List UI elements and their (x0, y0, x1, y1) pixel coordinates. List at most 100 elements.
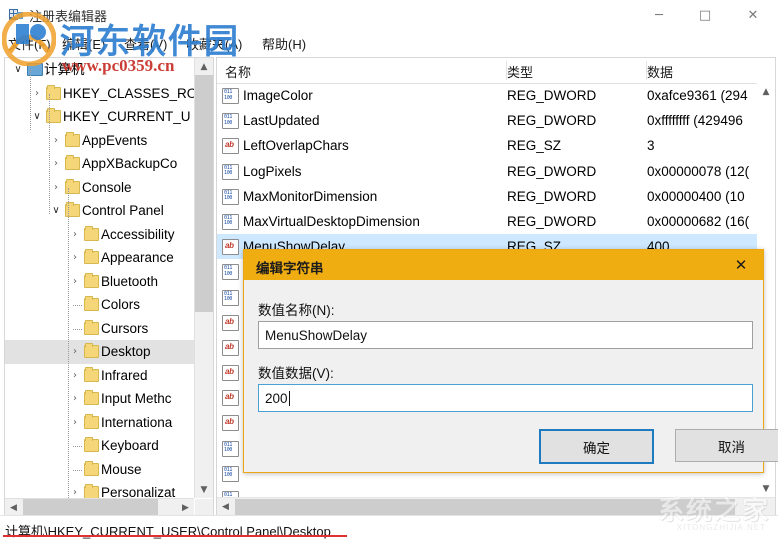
string-icon: ab (222, 315, 239, 331)
tree-item-label: Input Methc (101, 387, 172, 411)
menu-item-4[interactable]: 帮助(H) (262, 34, 306, 53)
tree-item-personalizat[interactable]: › Personalizat (5, 481, 194, 498)
scroll-left-icon[interactable]: ◀ (5, 499, 22, 516)
maximize-button[interactable]: □ (682, 0, 728, 30)
menu-item-1[interactable]: 编辑(E) (62, 34, 105, 53)
tree-item-appxbackupco[interactable]: ›AppXBackupCo (5, 152, 194, 176)
dialog-close-button[interactable]: ✕ (719, 250, 763, 280)
chevron-right-icon[interactable]: › (68, 411, 82, 435)
table-row[interactable]: 011100LogPixelsREG_DWORD0x00000078 (12( (217, 159, 757, 184)
tree-item-input-methc[interactable]: › Input Methc (5, 387, 194, 411)
list-scroll-up-icon[interactable]: ▲ (757, 83, 775, 100)
registry-tree[interactable]: ∨计算机›HKEY_CLASSES_RO∨HKEY_CURRENT_U›AppE… (5, 58, 194, 498)
list-hscroll-thumb[interactable] (235, 499, 735, 515)
tree-hscroll-thumb[interactable] (23, 499, 158, 516)
chevron-down-icon[interactable]: ∨ (49, 199, 63, 223)
minimize-button[interactable]: ─ (636, 0, 682, 30)
tree-vscroll-thumb[interactable] (195, 75, 213, 312)
value-name: LogPixels (243, 159, 302, 184)
tree-item-bluetooth[interactable]: ›Bluetooth (5, 270, 194, 294)
menu-item-3[interactable]: 收藏夹(A) (186, 34, 242, 53)
chevron-right-icon[interactable]: › (68, 481, 82, 498)
ok-button[interactable]: 确定 (539, 429, 654, 464)
value-data: 3 (647, 133, 655, 158)
chevron-right-icon[interactable]: › (68, 223, 82, 247)
tree-item--[interactable]: ∨计算机 (5, 58, 194, 82)
icon-glyph: ab (225, 391, 234, 402)
tree-item-appearance[interactable]: ›Appearance (5, 246, 194, 270)
column-header-2[interactable]: 数据 (647, 62, 673, 81)
value-data-text: 200 (265, 391, 288, 406)
scroll-right-icon[interactable]: ▶ (177, 499, 194, 516)
tree-item-cursors[interactable]: Cursors (5, 317, 194, 341)
column-header-0[interactable]: 名称 (225, 62, 251, 81)
menu-item-2[interactable]: 查看(V) (124, 34, 167, 53)
scroll-down-icon[interactable]: ▼ (195, 481, 213, 498)
edit-string-dialog: 编辑字符串 ✕ 数值名称(N): MenuShowDelay 数值数据(V): … (243, 249, 764, 473)
icon-glyph: 011100 (224, 191, 232, 202)
table-row[interactable]: 011100LastUpdatedREG_DWORD0xffffffff (42… (217, 108, 757, 133)
tree-item-label: Control Panel (82, 199, 164, 223)
list-horizontal-scrollbar[interactable]: ◀ (217, 497, 775, 516)
icon-glyph: ab (225, 316, 234, 327)
tree-item-label: Console (82, 176, 132, 200)
registry-tree-pane: ∨计算机›HKEY_CLASSES_RO∨HKEY_CURRENT_U›AppE… (4, 57, 214, 517)
value-data-label: 数值数据(V): (258, 362, 334, 382)
value-data-input[interactable]: 200 (258, 384, 753, 412)
close-button[interactable]: ✕ (728, 0, 778, 30)
chevron-right-icon[interactable]: › (68, 246, 82, 270)
title-bar: 注册表编辑器 ─ □ ✕ (0, 0, 778, 30)
list-scroll-down-icon[interactable]: ▼ (757, 480, 775, 497)
folder-icon (84, 322, 99, 335)
tree-item-control-panel[interactable]: ∨ Control Panel (5, 199, 194, 223)
tree-item-label: Cursors (101, 317, 148, 341)
icon-glyph: 011100 (224, 468, 232, 479)
table-row[interactable]: 011100MaxVirtualDesktopDimensionREG_DWOR… (217, 209, 757, 234)
tree-item-label: Personalizat (101, 481, 175, 498)
chevron-down-icon[interactable]: ∨ (30, 105, 44, 129)
tree-horizontal-scrollbar[interactable]: ◀ ▶ (5, 498, 194, 516)
scroll-up-icon[interactable]: ▲ (195, 58, 213, 75)
chevron-right-icon[interactable]: › (68, 387, 82, 411)
value-name-input[interactable]: MenuShowDelay (258, 321, 753, 349)
status-path: 计算机\HKEY_CURRENT_USER\Control Panel\Desk… (5, 521, 331, 540)
tree-item-appevents[interactable]: ›AppEvents (5, 129, 194, 153)
dword-icon: 011100 (222, 113, 239, 129)
table-row[interactable]: 011100ImageColorREG_DWORD0xafce9361 (294 (217, 83, 757, 108)
chevron-right-icon[interactable]: › (68, 340, 82, 364)
table-row[interactable]: abLeftOverlapCharsREG_SZ3 (217, 133, 757, 158)
table-row[interactable]: 011100 (217, 486, 757, 497)
tree-item-mouse[interactable]: Mouse (5, 458, 194, 482)
column-header-1[interactable]: 类型 (507, 62, 533, 81)
tree-item-console[interactable]: › Console (5, 176, 194, 200)
table-row[interactable]: 011100MaxMonitorDimensionREG_DWORD0x0000… (217, 184, 757, 209)
menu-item-0[interactable]: 文件(F) (8, 34, 51, 53)
chevron-right-icon[interactable]: › (30, 82, 44, 106)
tree-vertical-scrollbar[interactable]: ▲ ▼ (194, 58, 213, 498)
tree-item-desktop[interactable]: ›Desktop (5, 340, 194, 364)
tree-item-accessibility[interactable]: ›Accessibility (5, 223, 194, 247)
tree-item-label: Infrared (101, 364, 148, 388)
chevron-down-icon[interactable]: ∨ (11, 58, 25, 82)
tree-item-keyboard[interactable]: Keyboard (5, 434, 194, 458)
chevron-right-icon[interactable]: › (49, 176, 63, 200)
icon-glyph: 011100 (224, 266, 232, 277)
string-icon: ab (222, 415, 239, 431)
chevron-right-icon[interactable]: › (68, 270, 82, 294)
list-scroll-left-icon[interactable]: ◀ (217, 498, 234, 516)
tree-item-colors[interactable]: Colors (5, 293, 194, 317)
icon-glyph: 011100 (224, 443, 232, 454)
tree-item-infrared[interactable]: › Infrared (5, 364, 194, 388)
chevron-right-icon[interactable]: › (68, 364, 82, 388)
tree-item-label: Internationa (101, 411, 172, 435)
chevron-right-icon[interactable]: › (49, 129, 63, 153)
tree-item-hkey-classes-ro[interactable]: ›HKEY_CLASSES_RO (5, 82, 194, 106)
string-icon: ab (222, 340, 239, 356)
tree-item-internationa[interactable]: › Internationa (5, 411, 194, 435)
icon-glyph: 011100 (224, 115, 232, 126)
tree-item-hkey-current-u[interactable]: ∨HKEY_CURRENT_U (5, 105, 194, 129)
cancel-button[interactable]: 取消 (675, 429, 778, 462)
icon-glyph: 011100 (224, 90, 232, 101)
folder-icon (84, 251, 99, 264)
chevron-right-icon[interactable]: › (49, 152, 63, 176)
